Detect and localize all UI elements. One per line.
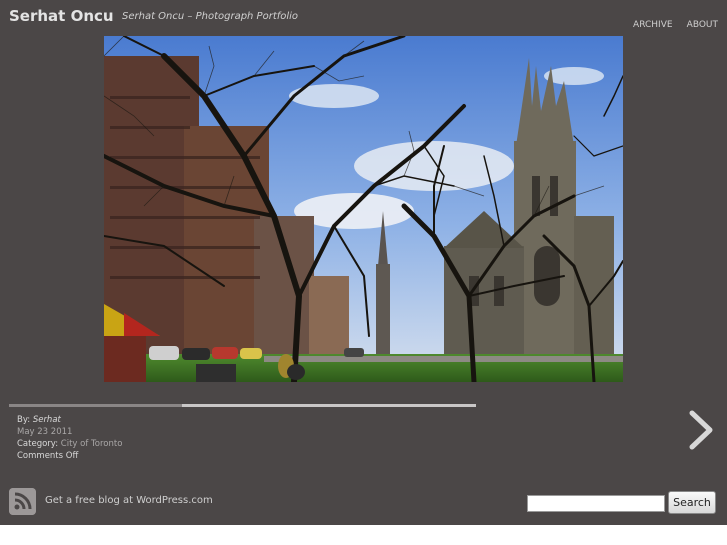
site-tagline: Serhat Oncu – Photograph Portfolio bbox=[122, 11, 299, 22]
category-link[interactable]: City of Toronto bbox=[61, 439, 123, 449]
chevron-right-icon[interactable] bbox=[688, 410, 714, 450]
distant-tower bbox=[376, 264, 390, 354]
category-line: Category: City of Toronto bbox=[17, 438, 122, 450]
author-line: By: Serhat bbox=[17, 414, 122, 426]
slideshow-progress-fill bbox=[182, 404, 476, 407]
search-input[interactable] bbox=[527, 495, 665, 512]
site-title[interactable]: Serhat Oncu bbox=[9, 7, 114, 25]
post-date: May 23 2011 bbox=[17, 427, 73, 437]
author-name: Serhat bbox=[32, 415, 61, 425]
page-background: Serhat Oncu Serhat Oncu – Photograph Por… bbox=[0, 0, 727, 525]
nav-archive[interactable]: ARCHIVE bbox=[633, 20, 673, 30]
category-label: Category: bbox=[17, 439, 59, 449]
post-meta: By: Serhat May 23 2011 Category: City of… bbox=[17, 414, 122, 462]
building-far bbox=[309, 276, 349, 356]
path bbox=[264, 356, 623, 362]
top-nav: ARCHIVE ABOUT bbox=[624, 12, 718, 31]
rss-icon[interactable] bbox=[9, 488, 36, 515]
search-button[interactable]: Search bbox=[668, 491, 716, 514]
wordpress-link[interactable]: Get a free blog at WordPress.com bbox=[45, 495, 213, 506]
main-photo[interactable] bbox=[104, 36, 623, 382]
comments-status: Comments Off bbox=[17, 451, 79, 461]
nav-about[interactable]: ABOUT bbox=[687, 20, 718, 30]
by-label: By: bbox=[17, 415, 31, 425]
